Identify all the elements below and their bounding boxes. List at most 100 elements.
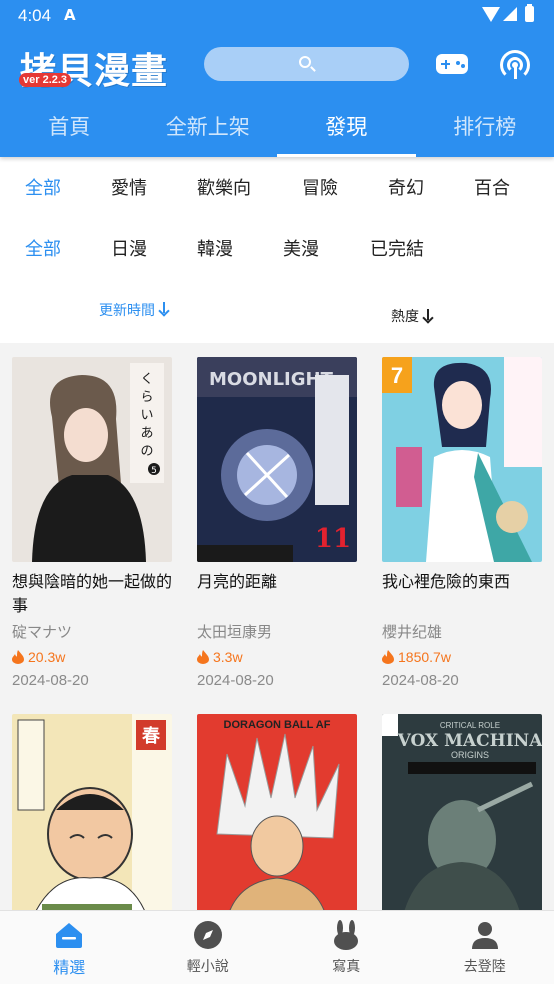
version-badge: ver 2.2.3 [19,73,72,87]
status-bar: 4:04 A [0,0,554,32]
comic-author: 太田垣康男 [197,623,273,641]
comic-cover: CRITICAL ROLE VOX MACHINA ORIGINS [382,714,542,910]
svg-text:11: 11 [315,524,351,554]
status-time: 4:04 [18,6,52,25]
heat-value: 3.3w [213,649,243,665]
comic-date: 2024-08-20 [382,672,459,689]
tab-rankings[interactable]: 排行榜 [416,100,554,157]
nav-light-novel[interactable]: 輕小說 [139,911,278,984]
arrow-down-icon [422,309,434,323]
svg-text:DORAGON BALL AF: DORAGON BALL AF [224,719,331,731]
arrow-down-icon [158,302,170,316]
comic-card[interactable]: 春 [12,714,172,910]
nav-light-novel-label: 輕小說 [186,959,229,975]
svg-text:春: 春 [142,725,161,747]
user-icon [471,922,498,949]
nav-featured[interactable]: 精選 [0,911,139,984]
sort-by-popularity[interactable]: 熱度 [391,300,434,332]
svg-text:ら: ら [140,390,153,405]
svg-text:CRITICAL ROLE: CRITICAL ROLE [440,721,500,730]
region-chip-korea[interactable]: 韓漫 [197,230,233,270]
heat-value: 20.3w [28,649,66,665]
search-icon [299,56,311,68]
flame-icon [197,650,209,664]
search-bar[interactable] [204,47,409,81]
comic-heat: 20.3w [12,648,172,666]
comic-author: 櫻井纪雄 [382,623,443,641]
comic-cover: く ら い あ の 5 [12,357,172,562]
nav-login-label: 去登陸 [463,959,506,975]
nav-photos[interactable]: 寫真 [277,911,416,984]
cover-art-6: CRITICAL ROLE VOX MACHINA ORIGINS [382,714,542,910]
region-chip-usa[interactable]: 美漫 [283,230,319,270]
genre-chip-all[interactable]: 全部 [25,169,61,209]
svg-text:MOONLIGHT: MOONLIGHT [209,369,334,390]
bottom-navigation: 精選 輕小說 寫真 去登陸 [0,910,554,984]
app-bar: 4:04 A 拷貝漫畫 ver 2.2.3 首頁 全新上架 發現 排行榜 [0,0,554,157]
main-tabs: 首頁 全新上架 發現 排行榜 [0,100,554,157]
wifi-icon [482,7,500,22]
tab-discover[interactable]: 發現 [277,100,416,157]
comic-card[interactable]: く ら い あ の 5 想與陰暗的她一起做的事 碇マナツ 20.3w 2024-… [12,357,172,691]
comic-card[interactable]: MOONLIGHT 11 月亮的距離 太田垣康男 3.3w 2024-08-20 [197,357,357,691]
nav-login[interactable]: 去登陸 [416,911,554,984]
comic-date: 2024-08-20 [12,672,89,689]
cover-art-5: DORAGON BALL AF [197,714,357,910]
genre-chip-yuri[interactable]: 百合 [474,169,510,209]
comic-cover: MOONLIGHT 11 [197,357,357,562]
region-chip-all[interactable]: 全部 [25,230,61,270]
svg-text:の: の [140,444,153,459]
svg-text:VOX MACHINA: VOX MACHINA [397,731,542,751]
svg-text:7: 7 [391,363,403,388]
region-chip-completed[interactable]: 已完結 [370,230,424,270]
home-icon [56,923,83,948]
comic-card[interactable]: DORAGON BALL AF [197,714,357,910]
genre-chip-comedy[interactable]: 歡樂向 [197,169,251,209]
comic-card[interactable]: 7 我心裡危險的東西 櫻井纪雄 1850.7w 2024-08-20 [382,357,542,691]
genre-filter-row: 全部 愛情 歡樂向 冒險 奇幻 百合 [0,169,554,209]
genre-chip-fantasy[interactable]: 奇幻 [388,169,424,209]
signal-icon [503,7,517,21]
nav-photos-label: 寫真 [332,959,361,975]
tab-home[interactable]: 首頁 [0,100,139,157]
comic-cover: 春 [12,714,172,910]
flame-icon [12,650,24,664]
svg-text:く: く [140,372,153,387]
cover-art-1: く ら い あ の 5 [12,357,172,562]
bunny-icon [334,920,359,950]
sort-by-update-time[interactable]: 更新時間 [99,295,170,327]
genre-chip-adventure[interactable]: 冒險 [302,169,338,209]
comic-title: 我心裡危險的東西 [382,572,511,591]
region-chip-japan[interactable]: 日漫 [111,230,147,270]
comic-card[interactable]: CRITICAL ROLE VOX MACHINA ORIGINS [382,714,542,910]
svg-text:ORIGINS: ORIGINS [451,750,489,760]
compass-icon [193,921,222,949]
region-filter-row: 全部 日漫 韓漫 美漫 已完結 [0,230,554,270]
broadcast-icon[interactable] [500,50,530,80]
sort-time-label: 更新時間 [99,303,155,319]
comic-date: 2024-08-20 [197,672,274,689]
filter-panel: 全部 愛情 歡樂向 冒險 奇幻 百合 全部 日漫 韓漫 美漫 已完結 更新時間 … [0,157,554,343]
cover-art-3: 7 [382,357,542,562]
comic-grid: く ら い あ の 5 想與陰暗的她一起做的事 碇マナツ 20.3w 2024-… [0,343,554,910]
sort-heat-label: 熱度 [391,308,419,324]
comic-cover: DORAGON BALL AF [197,714,357,910]
svg-text:5: 5 [151,466,157,476]
svg-text:い: い [140,408,153,423]
nav-featured-label: 精選 [53,958,86,977]
flame-icon [382,650,394,664]
cover-art-2: MOONLIGHT 11 [197,357,357,562]
battery-icon [525,4,534,22]
tab-new-releases[interactable]: 全新上架 [139,100,278,157]
genre-chip-romance[interactable]: 愛情 [111,169,147,209]
comic-author: 碇マナツ [12,623,73,641]
svg-text:あ: あ [140,426,153,441]
comic-cover: 7 [382,357,542,562]
comic-heat: 1850.7w [382,648,542,666]
comic-title: 想與陰暗的她一起做的事 [12,572,172,615]
comic-title: 月亮的距離 [197,572,278,591]
gamepad-icon[interactable] [436,54,468,74]
comic-heat: 3.3w [197,648,357,666]
cover-art-4: 春 [12,714,172,910]
notification-icon: A [64,6,76,24]
